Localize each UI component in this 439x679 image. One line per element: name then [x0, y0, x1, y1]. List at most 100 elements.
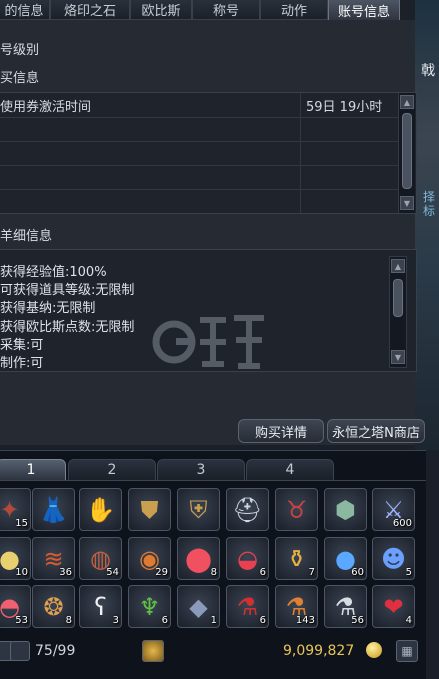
aion-shop-button[interactable]: 永恒之塔N商店 — [327, 419, 425, 443]
inventory-slot[interactable]: ⛑ — [226, 488, 269, 531]
item-count: 54 — [106, 567, 119, 578]
detail-line: 采集:可 — [0, 338, 44, 353]
background-scene: 戟 择 标 — [415, 0, 439, 450]
inventory-slot[interactable]: ♉ — [275, 488, 318, 531]
scroll-down-button[interactable]: ▼ — [391, 350, 405, 364]
scroll-up-button[interactable]: ▲ — [400, 95, 414, 109]
green-stone-icon: ⬢ — [335, 495, 356, 524]
item-count: 56 — [351, 615, 364, 626]
coin-stack-icon[interactable] — [142, 640, 164, 662]
inventory-tab-3[interactable]: 3 — [157, 459, 245, 481]
item-count: 53 — [15, 615, 28, 626]
item-count: 60 — [351, 567, 364, 578]
tab-stigma[interactable]: 烙印之石 — [50, 0, 130, 20]
inventory-slot[interactable]: ⚗ 143 — [275, 585, 318, 628]
detail-line: 获得经验值:100% — [0, 265, 107, 280]
inventory-slot[interactable]: ʕ3 — [79, 585, 122, 628]
grid-view-icon[interactable]: ▦ — [396, 640, 418, 662]
inventory-slot[interactable]: 👗 — [32, 488, 75, 531]
silver-helmet-icon: ⛑ — [232, 495, 263, 524]
item-count: 600 — [392, 518, 412, 529]
detail-line: 获得基纳:无限制 — [0, 301, 96, 316]
background-text: 戟 — [421, 63, 435, 79]
scroll-thumb[interactable] — [393, 279, 403, 317]
inventory-slot[interactable]: ◒ 6 — [226, 537, 269, 580]
inventory-slot[interactable]: ⚗ 6 — [226, 585, 269, 628]
purchase-table: 使用券激活时间 59日 19小时 ▲ ▼ — [0, 92, 417, 214]
detail-line: 获得欧比斯点数:无限制 — [0, 320, 135, 335]
account-info-panel: 号级别 买信息 使用券激活时间 59日 19小时 ▲ ▼ 羊细信息 获得经验值:… — [0, 20, 425, 445]
item-count: 29 — [155, 567, 168, 578]
inventory-slot[interactable]: ✦ 15 — [0, 488, 31, 531]
detail-scrollbar[interactable]: ▲ ▼ — [389, 256, 407, 368]
item-count: 3 — [112, 615, 119, 626]
inventory-slot[interactable]: ♆ 6 — [128, 585, 171, 628]
item-count: 36 — [59, 567, 72, 578]
tab-odian[interactable]: 欧比斯 — [130, 0, 192, 20]
gold-chest-armor-icon: ⛨ — [189, 495, 208, 524]
item-count: 8 — [210, 567, 217, 578]
inventory-slot[interactable]: ≋ 36 — [32, 537, 75, 580]
purchase-details-button[interactable]: 购买详情 — [238, 419, 324, 443]
kinah-amount: 9,099,827 — [283, 643, 355, 659]
inventory-slot[interactable]: ◍ 54 — [79, 537, 122, 580]
inventory-panel: 1 2 3 4 ✦ 15 👗 ✋ ⛊ ⛨ ⛑ ♉ ⬢ ⚔ 600 ● 10 ≋ 36 ◍ 54 ◉ 29 ⬤ 8 ◒ 6 ⚱ 7… — [0, 450, 426, 679]
inventory-slot[interactable]: ❤ 4 — [372, 585, 415, 628]
purchase-table-scrollbar[interactable]: ▲ ▼ — [398, 93, 415, 213]
inventory-slot[interactable]: ❂ 8 — [32, 585, 75, 628]
kinah-coin-icon — [366, 642, 382, 658]
gold-shoulder-armor-icon: ⛊ — [140, 495, 159, 524]
item-count: 5 — [405, 567, 412, 578]
detail-line: 可获得道具等级:无限制 — [0, 283, 135, 298]
item-count: 6 — [259, 567, 266, 578]
inventory-slot[interactable]: ⬤ 8 — [177, 537, 220, 580]
inventory-slot[interactable]: ⚱ 7 — [275, 537, 318, 580]
scroll-thumb[interactable] — [402, 113, 412, 189]
item-count: 143 — [295, 615, 315, 626]
table-divider — [300, 93, 301, 213]
inventory-slot[interactable]: ● 60 — [324, 537, 367, 580]
inventory-tab-2[interactable]: 2 — [68, 459, 156, 481]
inventory-slot[interactable]: ☻ 5 — [372, 537, 415, 580]
item-count: 8 — [65, 615, 72, 626]
item-count: 10 — [15, 567, 28, 578]
item-count: 15 — [15, 518, 28, 529]
inventory-slot[interactable]: ◓ 53 — [0, 585, 31, 628]
inventory-slot[interactable]: ⚗ 56 — [324, 585, 367, 628]
table-row — [0, 117, 398, 142]
red-dress-icon: 👗 — [38, 495, 69, 524]
inventory-slot[interactable]: ✋ — [79, 488, 122, 531]
inventory-slot[interactable]: ⚔ 600 — [372, 488, 415, 531]
item-count: 6 — [259, 615, 266, 626]
tab-titles[interactable]: 称号 — [192, 0, 260, 20]
scroll-up-button[interactable]: ▲ — [391, 259, 405, 273]
table-row: 使用券激活时间 59日 19小时 — [0, 93, 398, 118]
watermark-logo — [152, 315, 264, 369]
tab-emotes[interactable]: 动作 — [260, 0, 328, 20]
slot-count: 75/99 — [35, 643, 76, 659]
item-count: 7 — [308, 567, 315, 578]
inventory-slot[interactable]: ⬢ — [324, 488, 367, 531]
background-text-2: 择 标 — [423, 190, 436, 218]
tab-account-info[interactable]: 账号信息 — [328, 0, 400, 21]
red-horns-icon: ♉ — [285, 495, 308, 524]
activation-time-label: 使用券激活时间 — [0, 100, 92, 115]
activation-time-value: 59日 19小时 — [306, 100, 383, 115]
purchase-info-header: 买信息 — [0, 71, 40, 86]
table-row — [0, 141, 398, 166]
inventory-slot[interactable]: ⛊ — [128, 488, 171, 531]
tab-character-info[interactable]: 的信息 — [0, 0, 50, 20]
inventory-divider — [0, 480, 426, 481]
inventory-tab-4[interactable]: 4 — [246, 459, 334, 481]
cube-icon[interactable] — [10, 641, 30, 661]
item-count: 6 — [161, 615, 168, 626]
inventory-tab-1[interactable]: 1 — [0, 459, 66, 481]
scroll-down-button[interactable]: ▼ — [400, 196, 414, 210]
inventory-slot[interactable]: ◉ 29 — [128, 537, 171, 580]
inventory-slot[interactable]: ● 10 — [0, 537, 31, 580]
inventory-slot[interactable]: ◆ 1 — [177, 585, 220, 628]
profile-tab-bar: 的信息 烙印之石 欧比斯 称号 动作 账号信息 — [0, 0, 415, 21]
item-count: 1 — [210, 615, 217, 626]
item-count: 4 — [405, 615, 412, 626]
inventory-slot[interactable]: ⛨ — [177, 488, 220, 531]
